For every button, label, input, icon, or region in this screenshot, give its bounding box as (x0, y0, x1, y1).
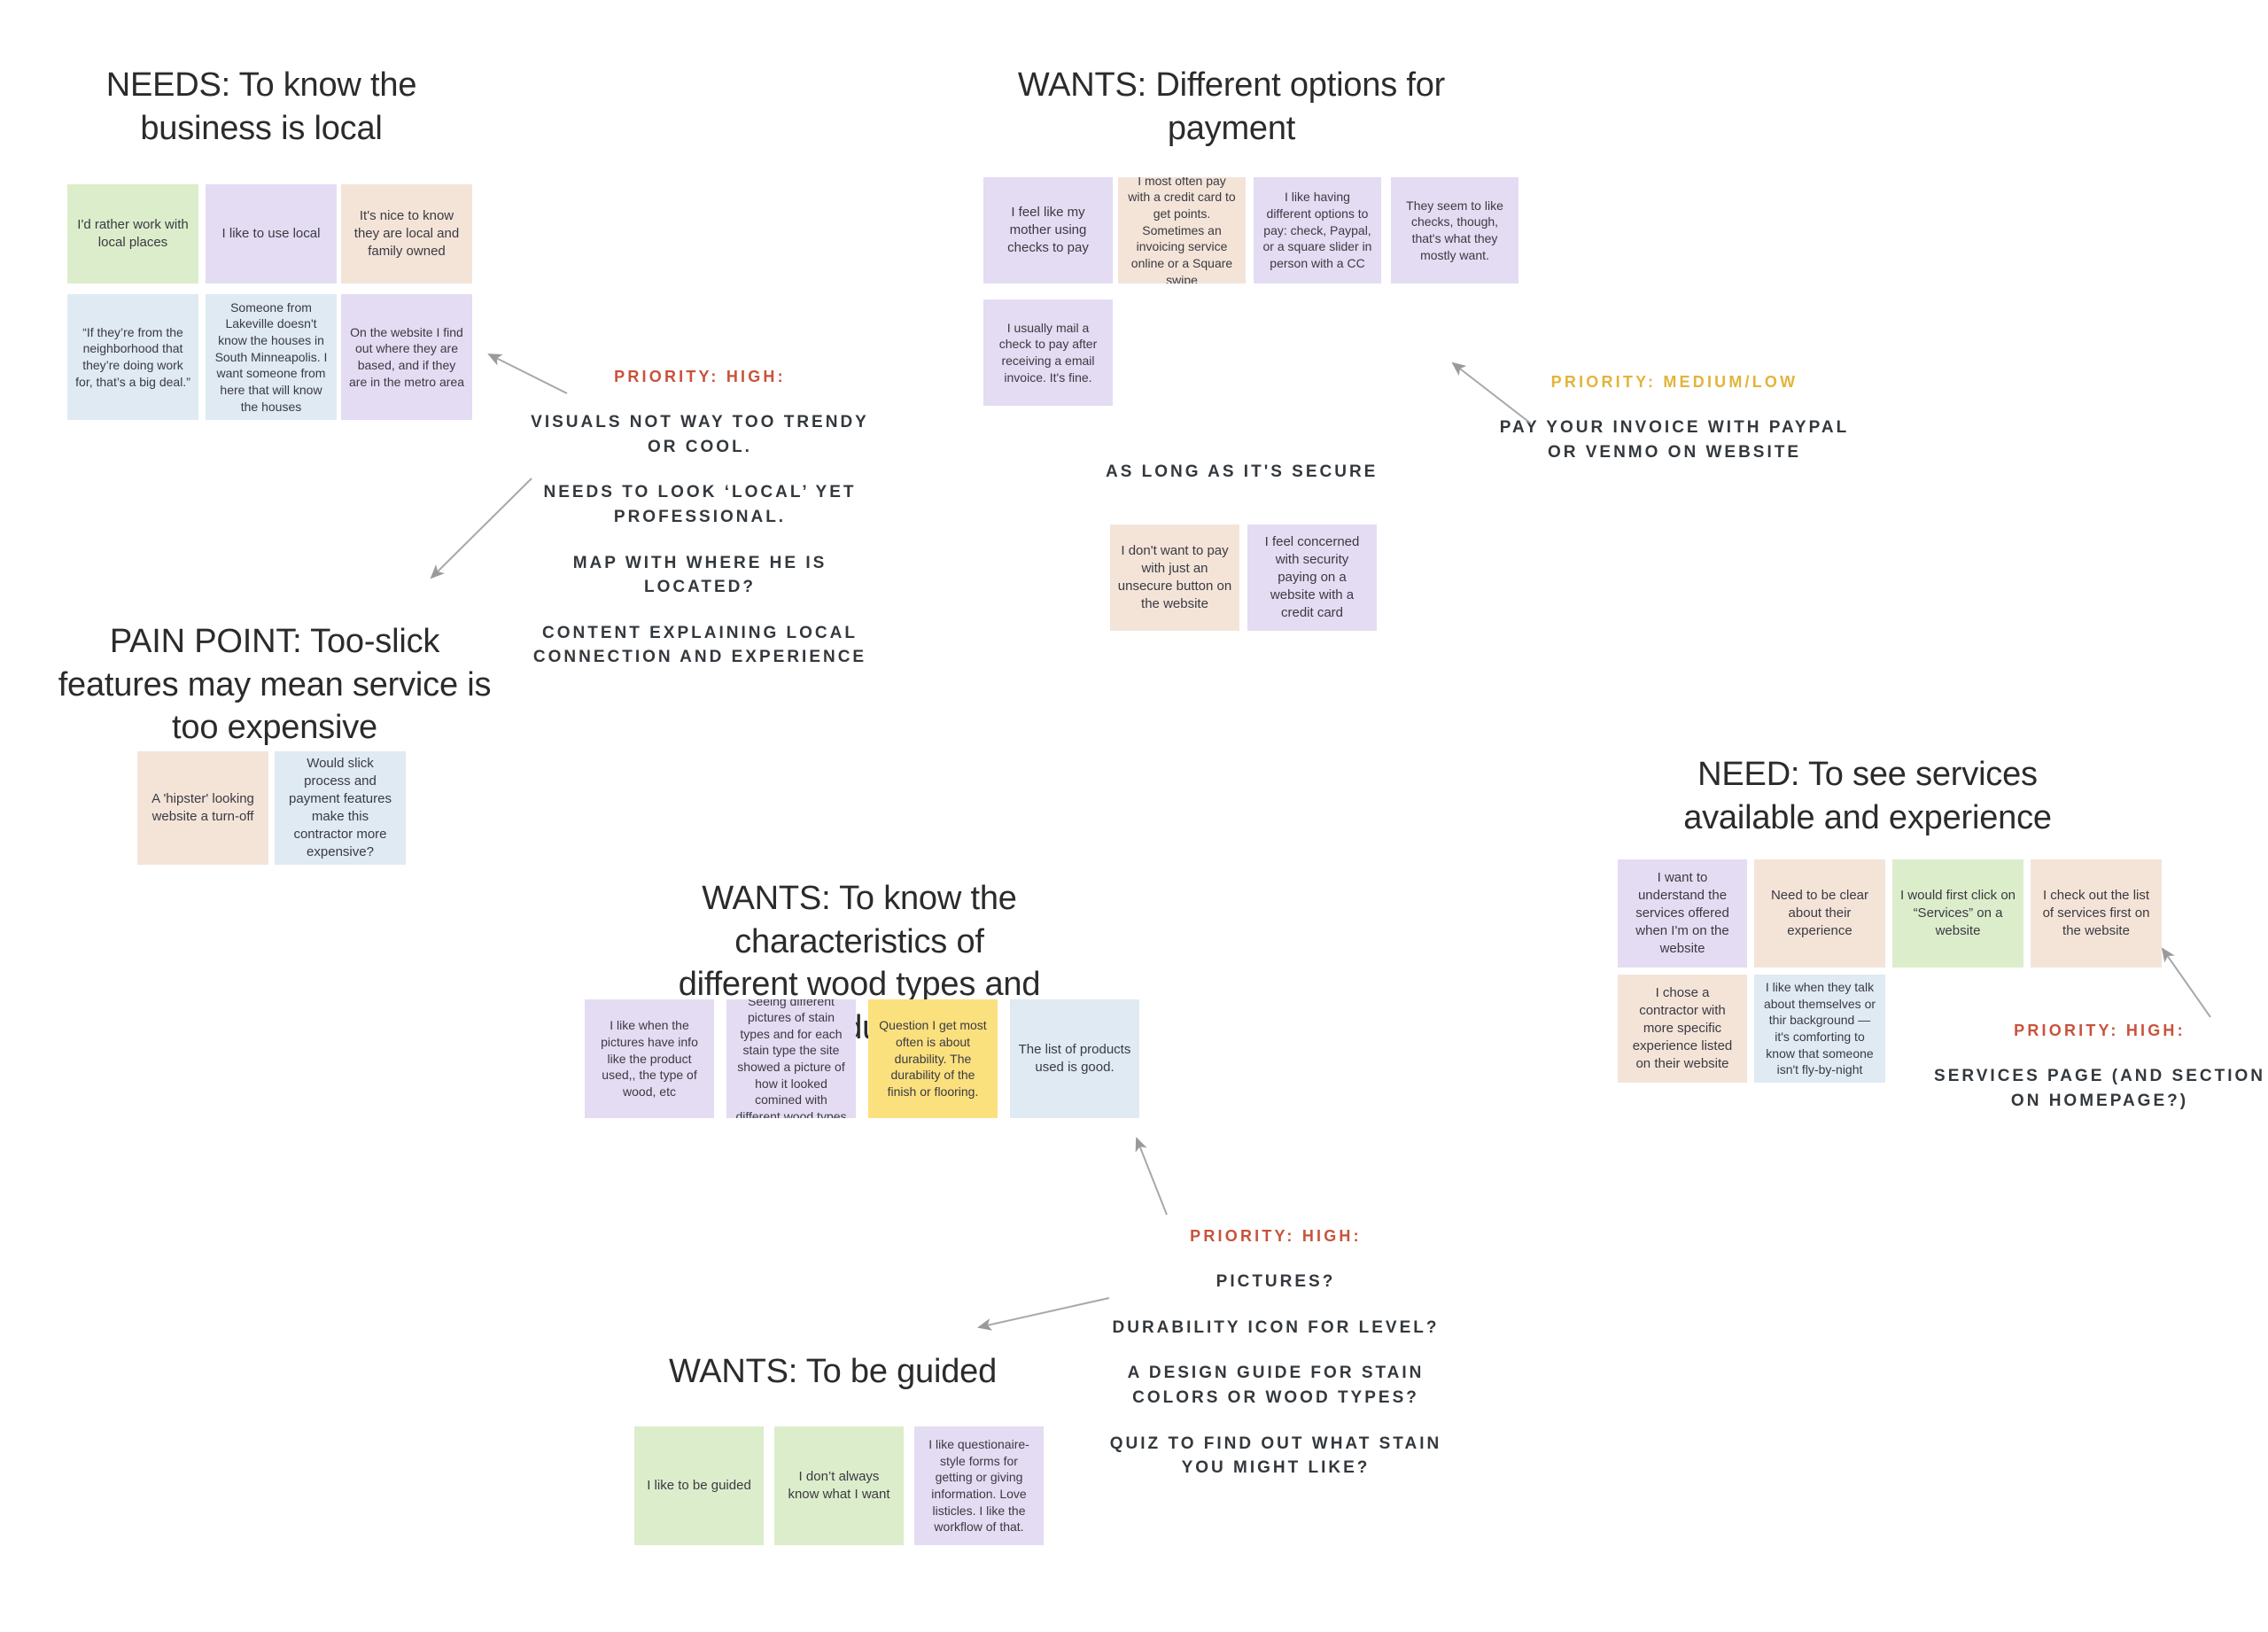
sticky-note[interactable]: I check out the list of services first o… (2031, 859, 2162, 968)
sticky-note[interactable]: I like to use local (206, 184, 337, 284)
affinity-diagram-board: NEEDS: To know the business is local I'd… (0, 0, 2268, 1632)
sticky-note[interactable]: It's nice to know they are local and fam… (341, 184, 472, 284)
sticky-note[interactable]: A 'hipster' looking website a turn-off (137, 751, 268, 865)
sticky-note-text: “If they’re from the neighborhood that t… (75, 324, 190, 389)
sticky-note-text: It's nice to know they are local and fam… (353, 208, 460, 259)
sticky-note[interactable]: I feel concerned with security paying on… (1247, 525, 1377, 631)
sticky-note-text: I would first click on “Services” on a w… (1899, 888, 2016, 938)
sticky-note[interactable]: Someone from Lakeville doesn't know the … (206, 294, 337, 420)
priority-line: DURABILITY ICON FOR LEVEL? (1112, 1317, 1440, 1337)
sticky-note[interactable]: “If they’re from the neighborhood that t… (67, 294, 198, 420)
sticky-note[interactable]: I like having different options to pay: … (1254, 177, 1381, 284)
priority-line: CONTENT EXPLAINING LOCAL CONNECTION AND … (532, 623, 867, 667)
sticky-note-text: A 'hipster' looking website a turn-off (151, 791, 254, 824)
sticky-note-text: I don’t always know what I want (788, 1469, 890, 1502)
sticky-note[interactable]: The list of products used is good. (1010, 999, 1139, 1118)
sticky-note-text: I'd rather work with local places (77, 217, 189, 250)
sticky-note[interactable]: I don’t always know what I want (774, 1426, 904, 1545)
sticky-note-text: I like having different options to pay: … (1262, 190, 1372, 270)
priority-line: MAP WITH WHERE HE IS LOCATED? (572, 553, 827, 597)
sticky-note-text: I like to be guided (647, 1478, 751, 1494)
sticky-note[interactable]: I like to be guided (634, 1426, 764, 1545)
sticky-note-text: Question I get most often is about durab… (879, 1018, 987, 1099)
priority-line: SERVICES PAGE (AND SECTION ON HOMEPAGE?) (1934, 1067, 2265, 1110)
sticky-note[interactable]: I chose a contractor with more specific … (1618, 975, 1747, 1083)
priority-label: PRIORITY: MEDIUM/LOW (1550, 373, 1798, 391)
sticky-note[interactable]: I want to understand the services offere… (1618, 859, 1747, 968)
sticky-note[interactable]: I usually mail a check to pay after rece… (983, 299, 1113, 406)
sticky-note[interactable]: I like when they talk about themselves o… (1754, 975, 1885, 1083)
priority-line: VISUALS NOT WAY TOO TRENDY OR COOL. (531, 413, 869, 456)
group-title-need-services: NEED: To see services available and expe… (1683, 756, 2052, 836)
sticky-note-text: The list of products used is good. (1018, 1042, 1131, 1075)
sticky-note[interactable]: I'd rather work with local places (67, 184, 198, 284)
group-title-needs-local: NEEDS: To know the business is local (105, 66, 417, 147)
sticky-note-text: On the website I find out where they are… (349, 324, 464, 389)
priority-label: PRIORITY: HIGH: (2014, 1022, 2186, 1039)
sticky-note[interactable]: I don't want to pay with just an unsecur… (1110, 525, 1239, 631)
sticky-note-text: I like when the pictures have info like … (601, 1018, 698, 1099)
group-title-wants-guided: WANTS: To be guided (668, 1353, 998, 1390)
sticky-note-text: I feel like my mother using checks to pa… (1007, 205, 1089, 255)
priority-label: PRIORITY: HIGH: (1190, 1227, 1362, 1245)
sticky-note-text: Would slick process and payment features… (289, 756, 392, 859)
sticky-note[interactable]: They seem to like checks, though, that's… (1391, 177, 1518, 284)
sticky-note-text: I want to understand the services offere… (1635, 870, 1729, 956)
sticky-note-text: I check out the list of services first o… (2042, 888, 2150, 938)
section-heading-secure: AS LONG AS IT'S SECURE (1106, 462, 1379, 481)
sticky-note[interactable]: I most often pay with a credit card to g… (1118, 177, 1246, 284)
sticky-note[interactable]: On the website I find out where they are… (341, 294, 472, 420)
sticky-note-text: Someone from Lakeville doesn't know the … (214, 299, 328, 414)
priority-line: PICTURES? (1216, 1272, 1336, 1292)
connector-arrow-services (2161, 947, 2211, 1018)
priority-callout-services: PRIORITY: HIGH: SERVICES PAGE (AND SECTI… (1931, 1021, 2268, 1113)
priority-line: A DESIGN GUIDE FOR STAIN COLORS OR WOOD … (1127, 1364, 1425, 1408)
sticky-note[interactable]: Would slick process and payment features… (275, 751, 406, 865)
sticky-note[interactable]: I feel like my mother using checks to pa… (983, 177, 1113, 284)
sticky-note-text: Seeing different pictures of stain types… (735, 999, 847, 1118)
sticky-note-text: I like questionaire-style forms for gett… (928, 1437, 1029, 1535)
sticky-note[interactable]: I like when the pictures have info like … (585, 999, 714, 1118)
priority-line: QUIZ TO FIND OUT WHAT STAIN YOU MIGHT LI… (1109, 1434, 1442, 1478)
sticky-note-text: I feel concerned with security paying on… (1264, 534, 1360, 620)
sticky-note[interactable]: I would first click on “Services” on a w… (1892, 859, 2023, 968)
priority-callout-wood: PRIORITY: HIGH: PICTURES? DURABILITY ICO… (1099, 1226, 1453, 1480)
priority-line: PAY YOUR INVOICE WITH PAYPAL OR VENMO ON… (1499, 418, 1850, 462)
sticky-note[interactable]: I like questionaire-style forms for gett… (914, 1426, 1044, 1545)
sticky-note-text: I like to use local (221, 226, 321, 242)
sticky-note[interactable]: Need to be clear about their experience (1754, 859, 1885, 968)
group-title-wants-payment: WANTS: Different options for payment (1017, 66, 1446, 147)
sticky-note-text: I usually mail a check to pay after rece… (998, 320, 1098, 385)
priority-callout-payment: PRIORITY: MEDIUM/LOW PAY YOUR INVOICE WI… (1497, 372, 1852, 464)
priority-line: NEEDS TO LOOK ‘LOCAL’ YET PROFESSIONAL. (543, 483, 857, 527)
sticky-note-text: Need to be clear about their experience (1770, 888, 1869, 938)
sticky-note-text: They seem to like checks, though, that's… (1406, 198, 1503, 262)
connector-arrow-local-bottom (430, 478, 532, 579)
priority-callout-local: PRIORITY: HIGH: VISUALS NOT WAY TOO TREN… (523, 367, 877, 670)
sticky-note-text: I most often pay with a credit card to g… (1128, 177, 1236, 284)
priority-label: PRIORITY: HIGH: (614, 368, 786, 385)
sticky-note[interactable]: Question I get most often is about durab… (868, 999, 998, 1118)
group-title-pain-point: PAIN POINT: Too-slick features may mean … (58, 623, 492, 747)
sticky-note-text: I don't want to pay with just an unsecur… (1117, 543, 1232, 611)
connector-arrow-wood (1135, 1137, 1168, 1216)
connector-arrow-guided (977, 1297, 1110, 1331)
sticky-note[interactable]: Seeing different pictures of stain types… (726, 999, 856, 1118)
sticky-note-text: I like when they talk about themselves o… (1763, 980, 1876, 1077)
sticky-note-text: I chose a contractor with more specific … (1632, 985, 1733, 1071)
